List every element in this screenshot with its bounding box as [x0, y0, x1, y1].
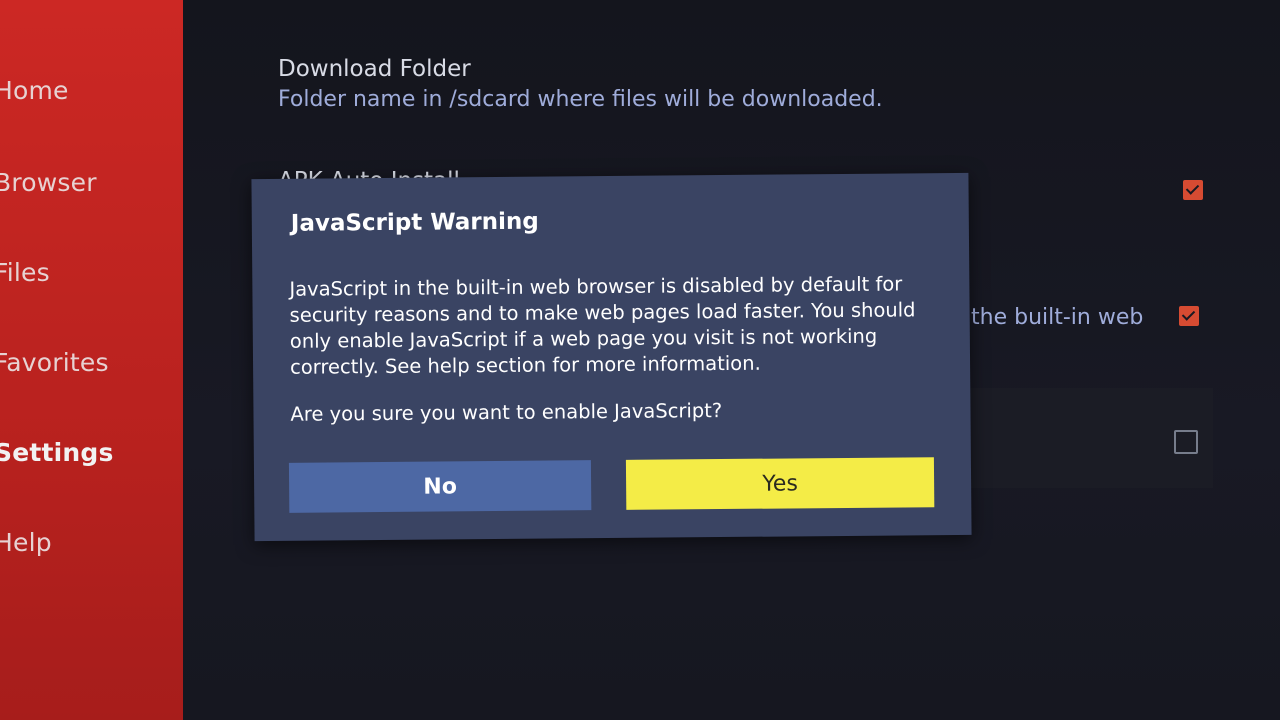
javascript-warning-dialog: JavaScript Warning JavaScript in the bui…	[251, 172, 972, 542]
app-screen: Home Browser Files Favorites Settings He…	[0, 0, 1280, 720]
dialog-question: Are you sure you want to enable JavaScri…	[290, 399, 723, 426]
no-button[interactable]: No	[288, 460, 592, 513]
dialog-title: JavaScript Warning	[290, 208, 539, 237]
yes-button[interactable]: Yes	[625, 457, 935, 510]
dialog-message: JavaScript in the built-in web browser i…	[289, 272, 916, 379]
